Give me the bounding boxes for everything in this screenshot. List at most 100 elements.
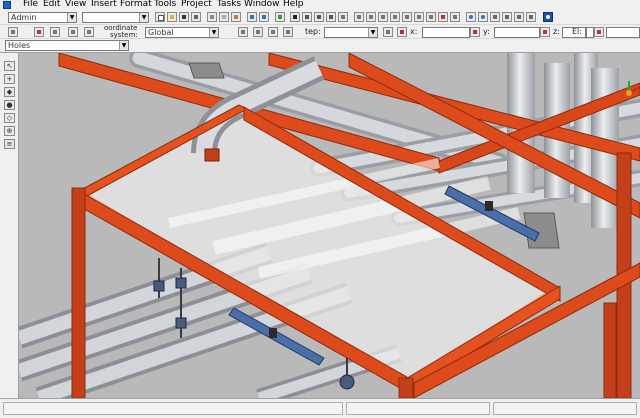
support-block xyxy=(188,62,225,79)
new-icon xyxy=(158,15,164,21)
chevron-down-icon: ▼ xyxy=(119,41,128,50)
select-icon xyxy=(293,15,297,19)
menu-file[interactable]: File xyxy=(23,0,38,10)
status-cell-2 xyxy=(346,402,490,415)
permission-group-combo[interactable]: Admin ▼ xyxy=(8,12,77,23)
fly-icon xyxy=(529,15,533,19)
x-coordinate-label: x: xyxy=(410,27,418,36)
edit-tool-button[interactable]: ◇ xyxy=(4,113,15,123)
tool-button-k[interactable] xyxy=(8,27,18,37)
elevation-lock-button[interactable] xyxy=(594,27,604,37)
chevron-down-icon: ▼ xyxy=(67,13,76,22)
menu-tasks[interactable]: Tasks xyxy=(217,0,241,10)
tool-u-icon xyxy=(400,30,404,34)
tool-button-g[interactable] xyxy=(414,12,424,22)
tool-button-t[interactable] xyxy=(383,27,393,37)
menu-project[interactable]: Project xyxy=(181,0,212,10)
list-tool-button[interactable]: ≡ xyxy=(4,139,15,149)
tool-button-q[interactable] xyxy=(253,27,263,37)
inspect-tool-button[interactable]: ⊕ xyxy=(4,126,15,136)
x-coordinate-field[interactable] xyxy=(422,27,470,38)
undo-button[interactable] xyxy=(247,12,257,22)
menu-tools[interactable]: Tools xyxy=(154,0,176,10)
application-icon xyxy=(3,1,11,9)
walk-button[interactable] xyxy=(514,12,524,22)
tool-button-m[interactable] xyxy=(50,27,60,37)
tool-button-o[interactable] xyxy=(84,27,94,37)
y-lock-button[interactable] xyxy=(540,27,550,37)
menu-window[interactable]: Window xyxy=(244,0,280,10)
connect-tool-button[interactable]: ● xyxy=(4,100,15,110)
paste-button[interactable] xyxy=(231,12,241,22)
tool-button-p[interactable] xyxy=(238,27,248,37)
tool-button-h[interactable] xyxy=(426,12,436,22)
menu-edit[interactable]: Edit xyxy=(43,0,60,10)
extra-field[interactable] xyxy=(606,27,640,38)
help-button[interactable] xyxy=(543,12,553,22)
menu-help[interactable]: Help xyxy=(283,0,304,10)
select-tool-button[interactable]: ↖ xyxy=(4,61,15,71)
rotate-button[interactable] xyxy=(314,12,324,22)
route-tool-button[interactable]: ◆ xyxy=(4,87,15,97)
tool-button-i[interactable] xyxy=(438,12,448,22)
tool-button-r[interactable] xyxy=(268,27,278,37)
print-button[interactable] xyxy=(191,12,201,22)
tool-button-a[interactable] xyxy=(338,12,348,22)
copy-button[interactable] xyxy=(219,12,229,22)
menu-format[interactable]: Format xyxy=(120,0,152,10)
fit-view-button[interactable] xyxy=(502,12,512,22)
x-lock-button[interactable] xyxy=(470,27,480,37)
new-button[interactable] xyxy=(155,12,165,22)
tool-button-d[interactable] xyxy=(378,12,388,22)
undo-icon xyxy=(250,15,254,19)
tool-button-c[interactable] xyxy=(366,12,376,22)
secondary-combo[interactable]: ▼ xyxy=(82,12,149,23)
menu-view[interactable]: View xyxy=(65,0,86,10)
elevation-field[interactable] xyxy=(586,27,594,38)
tool-t-icon xyxy=(386,30,390,34)
measure-icon xyxy=(329,15,333,19)
help-icon xyxy=(546,15,550,19)
cut-button[interactable] xyxy=(207,12,217,22)
y-coordinate-label: y: xyxy=(483,27,490,36)
move-button[interactable] xyxy=(302,12,312,22)
tool-button-l[interactable] xyxy=(34,27,44,37)
tool-button-e[interactable] xyxy=(390,12,400,22)
save-button[interactable] xyxy=(179,12,189,22)
save-icon xyxy=(182,15,186,19)
graphic-view[interactable] xyxy=(19,53,640,398)
print-icon xyxy=(194,15,198,19)
redo-button[interactable] xyxy=(259,12,269,22)
status-message xyxy=(3,402,343,415)
zoom-out-button[interactable] xyxy=(478,12,488,22)
tool-b-icon xyxy=(357,15,361,19)
tool-button-b[interactable] xyxy=(354,12,364,22)
tool-s-icon xyxy=(286,30,290,34)
filter-combo[interactable]: Holes ▼ xyxy=(5,40,129,51)
place-tool-button[interactable]: + xyxy=(4,74,15,84)
elevation-label: El: xyxy=(572,27,582,36)
pan-button[interactable] xyxy=(490,12,500,22)
walk-icon xyxy=(517,15,521,19)
zoom-in-icon xyxy=(469,15,473,19)
measure-button[interactable] xyxy=(326,12,336,22)
3d-model-scene[interactable] xyxy=(19,53,640,398)
select-button[interactable] xyxy=(290,12,300,22)
refresh-button[interactable] xyxy=(275,12,285,22)
fly-button[interactable] xyxy=(526,12,536,22)
menu-insert[interactable]: Insert xyxy=(91,0,117,10)
list-icon: ≡ xyxy=(6,140,13,148)
open-button[interactable] xyxy=(167,12,177,22)
zoom-in-button[interactable] xyxy=(466,12,476,22)
y-coordinate-field[interactable] xyxy=(494,27,540,38)
tool-e-icon xyxy=(393,15,397,19)
coordinate-system-combo[interactable]: Global ▼ xyxy=(145,27,219,38)
tool-button-u[interactable] xyxy=(397,27,407,37)
coordinate-toolbar: oordinate system: Global ▼ tep: ▼ x: y: … xyxy=(0,25,640,39)
tool-button-f[interactable] xyxy=(402,12,412,22)
cut-icon xyxy=(210,15,214,19)
tool-button-j[interactable] xyxy=(450,12,460,22)
step-combo[interactable]: ▼ xyxy=(324,27,378,38)
tool-button-s[interactable] xyxy=(283,27,293,37)
tool-button-n[interactable] xyxy=(68,27,78,37)
